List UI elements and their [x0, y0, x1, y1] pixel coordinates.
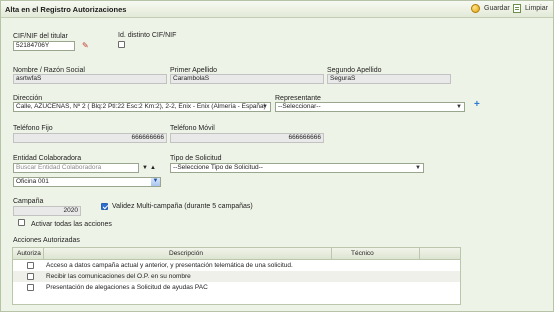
col-autoriza: Autoriza: [17, 250, 41, 257]
representante-label: Representante: [275, 95, 321, 102]
multi-campania-checkbox[interactable]: [101, 203, 108, 210]
row-description: Acceso a datos campaña actual y anterior…: [46, 262, 293, 269]
telefono-movil-label: Teléfono Móvil: [170, 125, 215, 132]
direccion-select[interactable]: Calle, AZUCENAS, Nº 2 ( Blq:2 Ptl:22 Esc…: [13, 102, 271, 112]
wand-icon[interactable]: ✎: [82, 42, 89, 50]
table-header: Autoriza Descripción Técnico: [13, 248, 460, 260]
apellido2-label: Segundo Apellido: [327, 67, 382, 74]
activar-todas-label: Activar todas las acciones: [31, 221, 112, 228]
id-distinto-checkbox[interactable]: [118, 41, 125, 48]
telefono-fijo-label: Teléfono Fijo: [13, 125, 53, 132]
row-description: Recibir las comunicaciones del O.P. en s…: [46, 273, 191, 280]
table-row[interactable]: Presentación de alegaciones a Solicitud …: [13, 282, 460, 293]
representante-select[interactable]: --Seleccionar-- ▼: [275, 102, 465, 112]
tipo-solicitud-value: --Seleccione Tipo de Solicitud--: [173, 164, 263, 171]
sort-down-icon[interactable]: ▼: [142, 164, 148, 172]
title-bar: Alta en el Registro Autorizaciones Guard…: [1, 1, 553, 18]
page-title: Alta en el Registro Autorizaciones: [5, 5, 127, 14]
clear-button[interactable]: Limpiar: [513, 4, 548, 13]
nombre-label: Nombre / Razón Social: [13, 67, 85, 74]
clear-label: Limpiar: [525, 5, 548, 12]
activar-todas-checkbox[interactable]: [18, 219, 25, 226]
authorization-form-window: Alta en el Registro Autorizaciones Guard…: [0, 0, 554, 312]
save-button[interactable]: Guardar: [471, 4, 510, 13]
tipo-solicitud-select[interactable]: --Seleccione Tipo de Solicitud-- ▼: [170, 163, 424, 173]
acciones-table: Autoriza Descripción Técnico Acceso a da…: [12, 247, 461, 305]
multi-campania-label: Validez Multi-campaña (durante 5 campaña…: [112, 203, 253, 210]
direccion-label: Dirección: [13, 95, 43, 102]
chevron-down-icon: ▼: [262, 104, 268, 110]
entidad-search-input[interactable]: Buscar Entidad Colaboradora: [13, 163, 139, 173]
add-representante-icon[interactable]: +: [474, 100, 480, 110]
cif-label: CIF/NIF del titular: [13, 33, 68, 40]
acciones-section-label: Acciones Autorizadas: [13, 237, 80, 244]
col-tecnico: Técnico: [351, 250, 374, 257]
tipo-solicitud-label: Tipo de Solicitud: [170, 155, 222, 162]
campania-field[interactable]: 2020: [13, 206, 81, 216]
clear-icon: [513, 4, 521, 13]
table-row[interactable]: Acceso a datos campaña actual y anterior…: [13, 260, 460, 271]
entidad-label: Entidad Colaboradora: [13, 155, 82, 162]
autoriza-checkbox[interactable]: [27, 284, 34, 291]
entidad-placeholder: Buscar Entidad Colaboradora: [16, 164, 102, 171]
chevron-down-icon: ▼: [415, 165, 421, 171]
column-divider: [419, 248, 420, 259]
nombre-field[interactable]: asrtwfaS: [13, 74, 167, 84]
cif-input[interactable]: 52184706Y: [13, 41, 75, 51]
apellido2-field[interactable]: SeguraS: [327, 74, 451, 84]
table-row[interactable]: Recibir las comunicaciones del O.P. en s…: [13, 271, 460, 282]
chevron-down-icon: ▼: [456, 104, 462, 110]
row-description: Presentación de alegaciones a Solicitud …: [46, 284, 208, 291]
save-icon: [471, 4, 480, 13]
sort-up-icon[interactable]: ▲: [150, 164, 156, 172]
direccion-value: Calle, AZUCENAS, Nº 2 ( Blq:2 Ptl:22 Esc…: [16, 103, 266, 110]
column-divider: [331, 248, 332, 259]
telefono-fijo-field[interactable]: 666666666: [13, 133, 167, 143]
id-distinto-label: Id. distinto CIF/NIF: [118, 32, 177, 39]
save-label: Guardar: [484, 5, 510, 12]
apellido1-field[interactable]: CarambolaS: [170, 74, 324, 84]
autoriza-checkbox[interactable]: [27, 273, 34, 280]
apellido1-label: Primer Apellido: [170, 67, 218, 74]
oficina-value: Oficina 001: [16, 178, 49, 185]
col-descripcion: Descripción: [169, 250, 203, 257]
autoriza-checkbox[interactable]: [27, 262, 34, 269]
telefono-movil-field[interactable]: 666666666: [170, 133, 324, 143]
oficina-select[interactable]: Oficina 001 ▼: [13, 177, 161, 187]
column-divider: [43, 248, 44, 259]
campania-label: Campaña: [13, 198, 44, 205]
representante-value: --Seleccionar--: [278, 103, 321, 110]
chevron-down-icon: ▼: [151, 178, 160, 186]
